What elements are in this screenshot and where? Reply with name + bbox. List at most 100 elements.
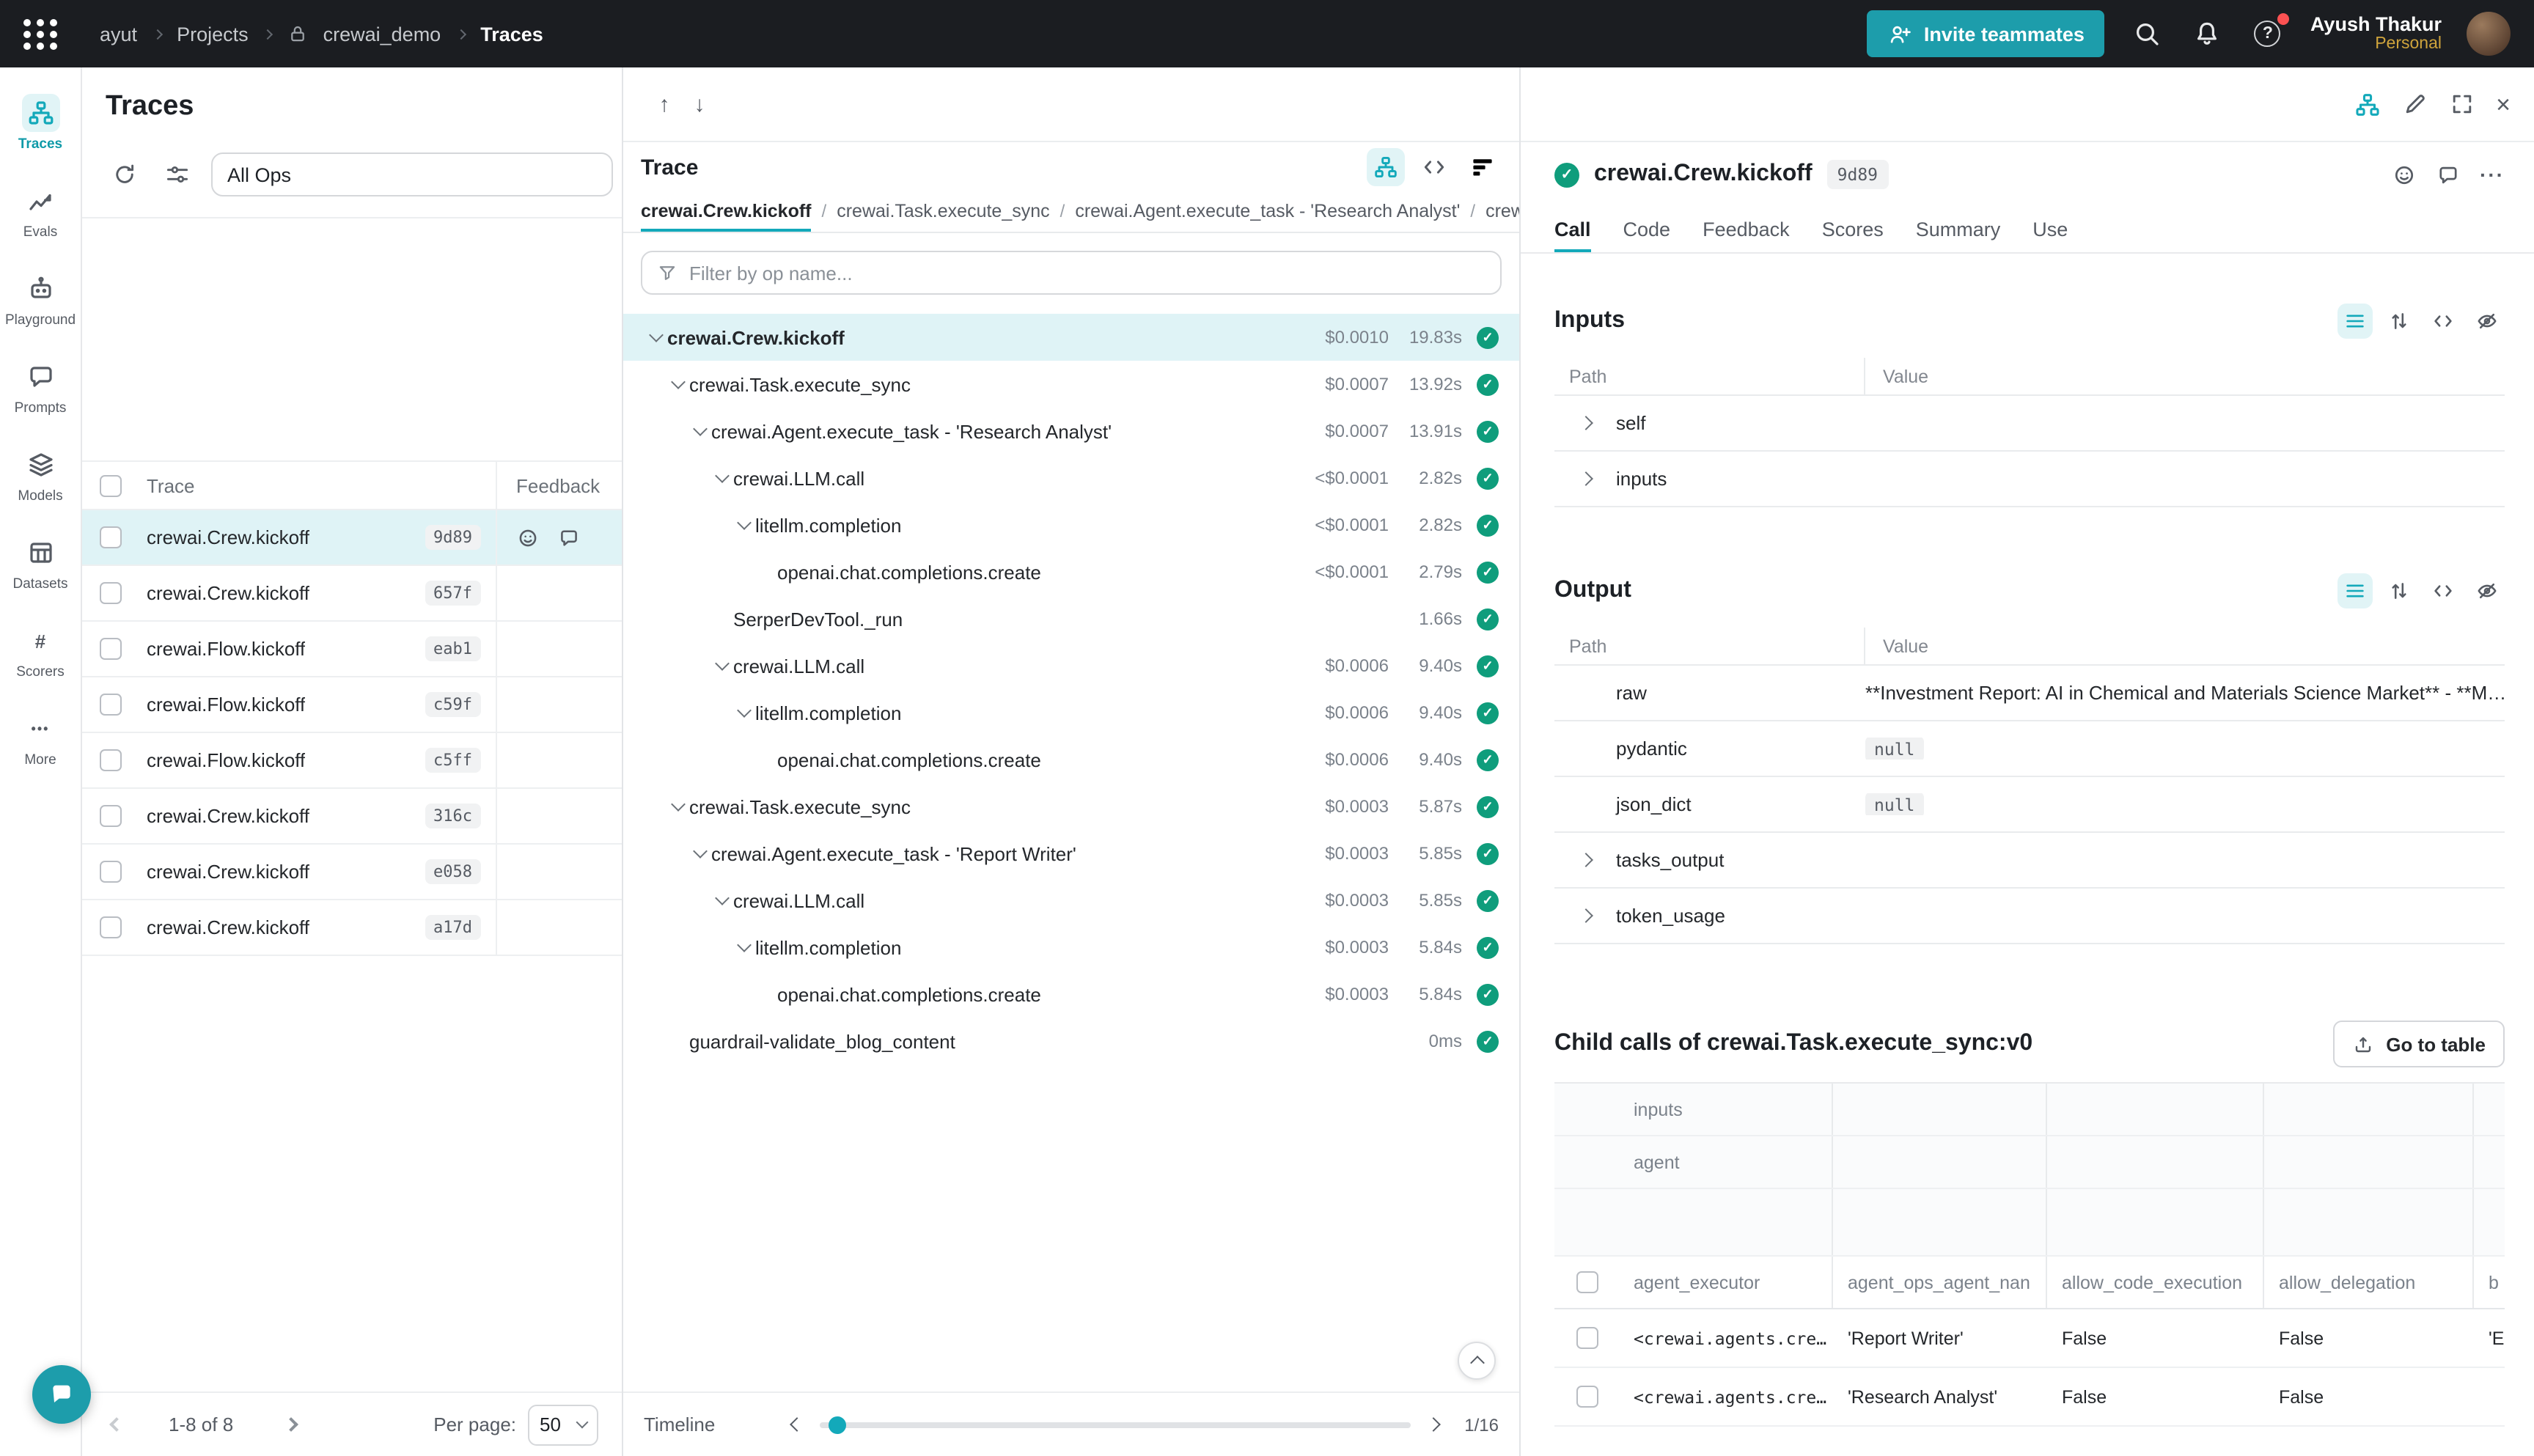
trace-list-row[interactable]: crewai.Crew.kickoff 9d89 bbox=[82, 510, 622, 566]
per-page-select[interactable]: 50 bbox=[528, 1404, 598, 1445]
tab-call[interactable]: Call bbox=[1554, 207, 1591, 252]
sidebar-item-playground[interactable]: Playground bbox=[0, 255, 81, 343]
timeline-slider[interactable] bbox=[819, 1422, 1410, 1427]
column-header[interactable]: agent_executor bbox=[1619, 1257, 1833, 1308]
collapse-caret-icon[interactable] bbox=[710, 475, 733, 481]
sidebar-item-evals[interactable]: Evals bbox=[0, 167, 81, 255]
call-id-badge[interactable]: 9d89 bbox=[1827, 160, 1888, 189]
edit-pencil-icon[interactable] bbox=[2402, 91, 2428, 117]
tree-row[interactable]: SerperDevTool._run 1.66s ✓ bbox=[623, 595, 1519, 642]
expand-caret-icon[interactable] bbox=[1581, 418, 1616, 428]
row-checkbox[interactable] bbox=[100, 749, 122, 771]
flame-graph-icon[interactable] bbox=[1464, 148, 1502, 186]
tree-view-icon[interactable] bbox=[1367, 148, 1405, 186]
timeline-prev-icon[interactable] bbox=[789, 1417, 804, 1432]
sidebar-item-more[interactable]: ••• More bbox=[0, 695, 81, 783]
trace-list-row[interactable]: crewai.Crew.kickoff 657f bbox=[82, 566, 622, 622]
collapse-caret-icon[interactable] bbox=[710, 897, 733, 903]
close-icon[interactable]: × bbox=[2496, 92, 2511, 117]
child-call-row[interactable]: <crewai.agents.cre… 'Report Writer' Fals… bbox=[1554, 1309, 2505, 1368]
add-reaction-icon[interactable] bbox=[516, 526, 540, 549]
invite-teammates-button[interactable]: Invite teammates bbox=[1867, 10, 2105, 57]
tab-code[interactable]: Code bbox=[1623, 207, 1671, 252]
trace-list-row[interactable]: crewai.Crew.kickoff 316c bbox=[82, 789, 622, 845]
trace-layout-icon[interactable] bbox=[2354, 90, 2381, 118]
tree-row[interactable]: litellm.completion <$0.0001 2.82s ✓ bbox=[623, 501, 1519, 548]
breadcrumb-entity[interactable]: ayut bbox=[100, 23, 137, 45]
tree-row[interactable]: crewai.LLM.call $0.0006 9.40s ✓ bbox=[623, 642, 1519, 689]
row-checkbox[interactable] bbox=[100, 916, 122, 938]
tab-summary[interactable]: Summary bbox=[1916, 207, 2001, 252]
collapse-caret-icon[interactable] bbox=[732, 710, 755, 716]
row-checkbox[interactable] bbox=[100, 861, 122, 883]
output-row[interactable]: tasks_output bbox=[1554, 833, 2505, 889]
trace-list-row[interactable]: crewai.Crew.kickoff e058 bbox=[82, 845, 622, 900]
table-view-icon[interactable] bbox=[2337, 304, 2373, 339]
trace-list-row[interactable]: crewai.Flow.kickoff c59f bbox=[82, 677, 622, 733]
breadcrumb-project[interactable]: crewai_demo bbox=[323, 23, 441, 45]
next-page-icon[interactable] bbox=[284, 1417, 298, 1432]
output-row[interactable]: json_dict null bbox=[1554, 777, 2505, 833]
collapse-caret-icon[interactable] bbox=[732, 522, 755, 528]
op-name-filter-input[interactable] bbox=[689, 262, 1485, 284]
hide-values-icon[interactable] bbox=[2469, 573, 2505, 608]
expand-caret-icon[interactable] bbox=[1581, 911, 1616, 921]
column-header[interactable]: allow_delegation bbox=[2264, 1257, 2474, 1308]
trace-list-row[interactable]: crewai.Flow.kickoff c5ff bbox=[82, 733, 622, 789]
support-chat-button[interactable] bbox=[32, 1365, 91, 1424]
tree-row[interactable]: crewai.Task.execute_sync $0.0007 13.92s … bbox=[623, 361, 1519, 408]
column-header[interactable]: agent_ops_agent_nan bbox=[1833, 1257, 2047, 1308]
sidebar-item-models[interactable]: Models bbox=[0, 431, 81, 519]
go-to-table-button[interactable]: Go to table bbox=[2333, 1021, 2505, 1067]
wandb-logo[interactable] bbox=[23, 18, 59, 49]
trace-crumb[interactable]: crewai.Agent.execute_task - 'Research An… bbox=[1075, 191, 1460, 232]
account-menu[interactable]: Ayush Thakur Personal bbox=[2310, 12, 2442, 54]
tree-row[interactable]: openai.chat.completions.create $0.0003 5… bbox=[623, 971, 1519, 1018]
timeline-next-icon[interactable] bbox=[1425, 1417, 1440, 1432]
tree-row[interactable]: crewai.Agent.execute_task - 'Report Writ… bbox=[623, 830, 1519, 877]
code-view-icon[interactable] bbox=[1415, 148, 1453, 186]
tree-row[interactable]: crewai.Task.execute_sync $0.0003 5.87s ✓ bbox=[623, 783, 1519, 830]
trace-crumb[interactable]: crewai.Crew.kickoff bbox=[641, 191, 812, 232]
timeline-slider-handle[interactable] bbox=[828, 1416, 845, 1433]
notifications-bell-icon[interactable] bbox=[2190, 16, 2225, 51]
tree-row[interactable]: crewai.LLM.call $0.0003 5.85s ✓ bbox=[623, 877, 1519, 924]
ops-filter-select[interactable]: All Ops bbox=[211, 152, 613, 196]
overflow-menu-icon[interactable]: ··· bbox=[2480, 163, 2505, 186]
tree-row[interactable]: openai.chat.completions.create <$0.0001 … bbox=[623, 548, 1519, 595]
input-row[interactable]: self bbox=[1554, 396, 2505, 452]
next-trace-icon[interactable]: ↓ bbox=[682, 92, 717, 117]
expand-caret-icon[interactable] bbox=[1581, 474, 1616, 484]
column-header[interactable]: allow_code_execution bbox=[2047, 1257, 2264, 1308]
tree-row[interactable]: guardrail-validate_blog_content 0ms ✓ bbox=[623, 1018, 1519, 1065]
collapse-caret-icon[interactable] bbox=[710, 663, 733, 669]
add-reaction-icon[interactable] bbox=[2392, 162, 2417, 187]
sidebar-item-prompts[interactable]: Prompts bbox=[0, 343, 81, 431]
row-checkbox[interactable] bbox=[100, 805, 122, 827]
select-all-checkbox[interactable] bbox=[100, 474, 122, 496]
expand-caret-icon[interactable] bbox=[1581, 855, 1616, 865]
collapse-caret-icon[interactable] bbox=[688, 850, 711, 856]
tree-row[interactable]: litellm.completion $0.0003 5.84s ✓ bbox=[623, 924, 1519, 971]
row-checkbox[interactable] bbox=[1576, 1327, 1598, 1349]
tree-row[interactable]: crewai.Agent.execute_task - 'Research An… bbox=[623, 408, 1519, 455]
help-icon[interactable]: ? bbox=[2250, 16, 2285, 51]
input-row[interactable]: inputs bbox=[1554, 452, 2505, 507]
row-checkbox[interactable] bbox=[100, 694, 122, 716]
trace-crumb[interactable]: crewai.LLM.cal bbox=[1485, 191, 1519, 232]
tree-row[interactable]: crewai.LLM.call <$0.0001 2.82s ✓ bbox=[623, 455, 1519, 501]
row-checkbox[interactable] bbox=[1576, 1386, 1598, 1408]
tree-row[interactable]: openai.chat.completions.create $0.0006 9… bbox=[623, 736, 1519, 783]
collapse-caret-icon[interactable] bbox=[666, 381, 689, 387]
tree-row[interactable]: crewai.Crew.kickoff $0.0010 19.83s ✓ bbox=[623, 314, 1519, 361]
trace-list-row[interactable]: crewai.Flow.kickoff eab1 bbox=[82, 622, 622, 677]
refresh-icon[interactable] bbox=[106, 155, 144, 194]
comment-icon[interactable] bbox=[2436, 162, 2461, 187]
collapse-caret-icon[interactable] bbox=[666, 804, 689, 809]
comment-icon[interactable] bbox=[557, 526, 581, 549]
child-call-row[interactable]: <crewai.agents.cre… 'Research Analyst' F… bbox=[1554, 1368, 2505, 1427]
expand-rows-icon[interactable] bbox=[2381, 304, 2417, 339]
collapse-caret-icon[interactable] bbox=[688, 428, 711, 434]
row-checkbox[interactable] bbox=[100, 526, 122, 548]
fullscreen-icon[interactable] bbox=[2449, 91, 2475, 117]
